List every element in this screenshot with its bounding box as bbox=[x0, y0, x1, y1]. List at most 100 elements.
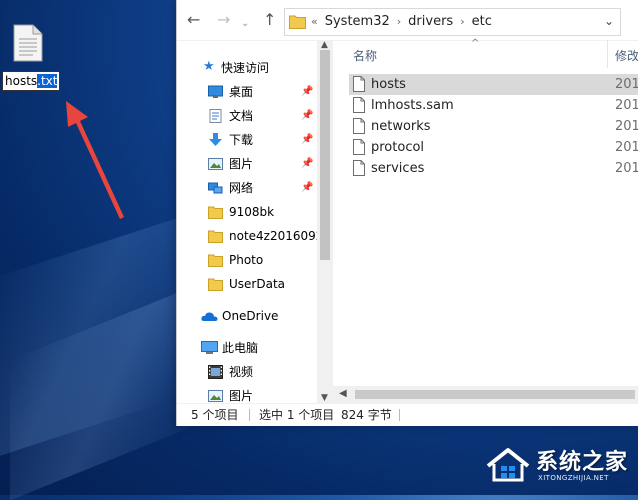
video-icon bbox=[208, 365, 223, 379]
status-divider bbox=[399, 409, 400, 421]
nav-label: 9108bk bbox=[229, 205, 275, 219]
house-logo-icon bbox=[486, 448, 530, 482]
address-bar[interactable]: « System32 › drivers › etc ⌄ bbox=[284, 8, 621, 36]
horizontal-scrollbar[interactable]: ◀ bbox=[333, 386, 638, 403]
watermark: 系统之家 XITONGZHIJIA.NET bbox=[480, 440, 638, 495]
status-selected-size: 824 字节 bbox=[341, 408, 392, 422]
file-name: protocol bbox=[371, 140, 425, 155]
file-row-networks[interactable]: networks 201 bbox=[349, 116, 638, 137]
recent-locations-chevron-icon[interactable]: ⌄ bbox=[241, 16, 249, 32]
file-date: 201 bbox=[615, 77, 638, 92]
nav-item-downloads[interactable]: 下载 📌 bbox=[177, 129, 317, 151]
nav-label: Photo bbox=[229, 253, 264, 267]
nav-item-videos[interactable]: 视频 bbox=[177, 361, 317, 383]
nav-item-folder-userdata[interactable]: UserData bbox=[177, 273, 317, 295]
file-date: 201 bbox=[615, 119, 638, 134]
file-icon bbox=[353, 118, 365, 134]
nav-label: 网络 bbox=[229, 181, 254, 195]
nav-item-folder-photo[interactable]: Photo bbox=[177, 249, 317, 271]
file-name: hosts bbox=[371, 77, 406, 92]
star-icon: ★ bbox=[203, 59, 215, 74]
breadcrumb: « System32 › drivers › etc bbox=[311, 9, 492, 35]
file-row-protocol[interactable]: protocol 201 bbox=[349, 137, 638, 158]
column-header-modified[interactable]: 修改 bbox=[615, 47, 638, 64]
address-dropdown-chevron-icon[interactable]: ⌄ bbox=[604, 14, 614, 28]
breadcrumb-separator-icon[interactable]: › bbox=[397, 15, 401, 28]
breadcrumb-system32[interactable]: System32 bbox=[325, 14, 390, 29]
status-bar: 5 个项目 选中 1 个项目 824 字节 bbox=[177, 403, 638, 426]
navigation-toolbar: ← → ⌄ ↑ « System32 › drivers › etc ⌄ bbox=[177, 0, 638, 41]
pin-icon[interactable]: 📌 bbox=[301, 153, 313, 175]
pin-icon[interactable]: 📌 bbox=[301, 81, 313, 103]
file-name: services bbox=[371, 161, 425, 176]
nav-label: 下载 bbox=[229, 133, 254, 147]
nav-label: note4z2016092 bbox=[229, 229, 324, 243]
nav-label: 图片 bbox=[229, 389, 254, 403]
nav-label: 桌面 bbox=[229, 85, 254, 99]
nav-item-documents[interactable]: 文档 📌 bbox=[177, 105, 317, 127]
text-file-icon bbox=[13, 24, 43, 62]
back-arrow-icon[interactable]: ← bbox=[187, 12, 200, 28]
folder-icon bbox=[289, 15, 306, 29]
folder-icon bbox=[208, 278, 223, 291]
breadcrumb-overflow[interactable]: « bbox=[311, 15, 318, 28]
forward-arrow-icon[interactable]: → bbox=[217, 12, 230, 28]
computer-icon bbox=[201, 341, 218, 354]
rename-input[interactable]: hosts.txt bbox=[2, 71, 61, 91]
scroll-down-arrow-icon[interactable]: ▼ bbox=[321, 393, 328, 403]
documents-icon bbox=[209, 109, 222, 123]
nav-item-folder-9108bk[interactable]: 9108bk bbox=[177, 201, 317, 223]
nav-item-pictures[interactable]: 图片 📌 bbox=[177, 153, 317, 175]
breadcrumb-drivers[interactable]: drivers bbox=[408, 14, 453, 29]
file-row-hosts[interactable]: hosts 201 bbox=[349, 74, 638, 95]
scroll-left-arrow-icon[interactable]: ◀ bbox=[339, 388, 347, 399]
scrollbar-thumb[interactable] bbox=[320, 50, 330, 260]
file-row-lmhosts[interactable]: lmhosts.sam 201 bbox=[349, 95, 638, 116]
sort-ascending-icon: ^ bbox=[471, 38, 480, 49]
nav-item-folder-note4z[interactable]: note4z2016092 bbox=[177, 225, 323, 247]
scroll-up-arrow-icon[interactable]: ▲ bbox=[321, 40, 328, 50]
rename-selected-extension: .txt bbox=[37, 74, 58, 88]
file-icon bbox=[353, 160, 365, 176]
watermark-title: 系统之家 bbox=[536, 450, 629, 475]
folder-icon bbox=[208, 254, 223, 267]
nav-onedrive[interactable]: OneDrive bbox=[177, 305, 317, 327]
file-icon bbox=[353, 139, 365, 155]
navigation-pane-scrollbar[interactable]: ▲ ▼ bbox=[317, 40, 333, 403]
onedrive-cloud-icon bbox=[201, 312, 218, 321]
pictures-icon bbox=[208, 158, 223, 170]
network-icon bbox=[208, 182, 223, 194]
nav-item-desktop[interactable]: 桌面 📌 bbox=[177, 81, 317, 103]
breadcrumb-separator-icon[interactable]: › bbox=[460, 15, 464, 28]
up-arrow-icon[interactable]: ↑ bbox=[263, 12, 276, 28]
file-name: networks bbox=[371, 119, 431, 134]
nav-this-pc[interactable]: 此电脑 bbox=[177, 337, 317, 359]
nav-label: OneDrive bbox=[222, 309, 279, 323]
column-header-name[interactable]: 名称 bbox=[353, 47, 377, 64]
pin-icon[interactable]: 📌 bbox=[301, 105, 313, 127]
file-explorer-window: ← → ⌄ ↑ « System32 › drivers › etc ⌄ ★ 快速访问 桌… bbox=[176, 0, 638, 426]
pictures-icon bbox=[208, 390, 223, 402]
folder-icon bbox=[208, 230, 223, 243]
file-date: 201 bbox=[615, 98, 638, 113]
column-header-row: ^ 名称 修改 bbox=[333, 38, 638, 68]
pin-icon[interactable]: 📌 bbox=[301, 177, 313, 199]
rename-base: hosts bbox=[5, 74, 38, 88]
file-icon bbox=[353, 97, 365, 113]
nav-item-network[interactable]: 网络 📌 bbox=[177, 177, 317, 199]
folder-icon bbox=[208, 206, 223, 219]
column-divider[interactable] bbox=[607, 40, 608, 68]
status-divider bbox=[249, 409, 250, 421]
watermark-subtitle: XITONGZHIJIA.NET bbox=[538, 474, 609, 482]
nav-item-pc-pictures[interactable]: 图片 bbox=[177, 385, 317, 403]
navigation-pane: ★ 快速访问 桌面 📌 文档 📌 下载 📌 图片 📌 网络 📌 9108bk n… bbox=[177, 40, 333, 403]
pin-icon[interactable]: 📌 bbox=[301, 129, 313, 151]
red-arrow-annotation bbox=[66, 101, 124, 219]
nav-label: 此电脑 bbox=[222, 341, 259, 355]
scrollbar-thumb[interactable] bbox=[355, 390, 635, 399]
status-item-count: 5 个项目 bbox=[191, 408, 239, 422]
download-icon bbox=[209, 133, 222, 146]
breadcrumb-etc[interactable]: etc bbox=[472, 14, 492, 29]
file-row-services[interactable]: services 201 bbox=[349, 158, 638, 179]
nav-quick-access[interactable]: ★ 快速访问 bbox=[177, 57, 317, 79]
